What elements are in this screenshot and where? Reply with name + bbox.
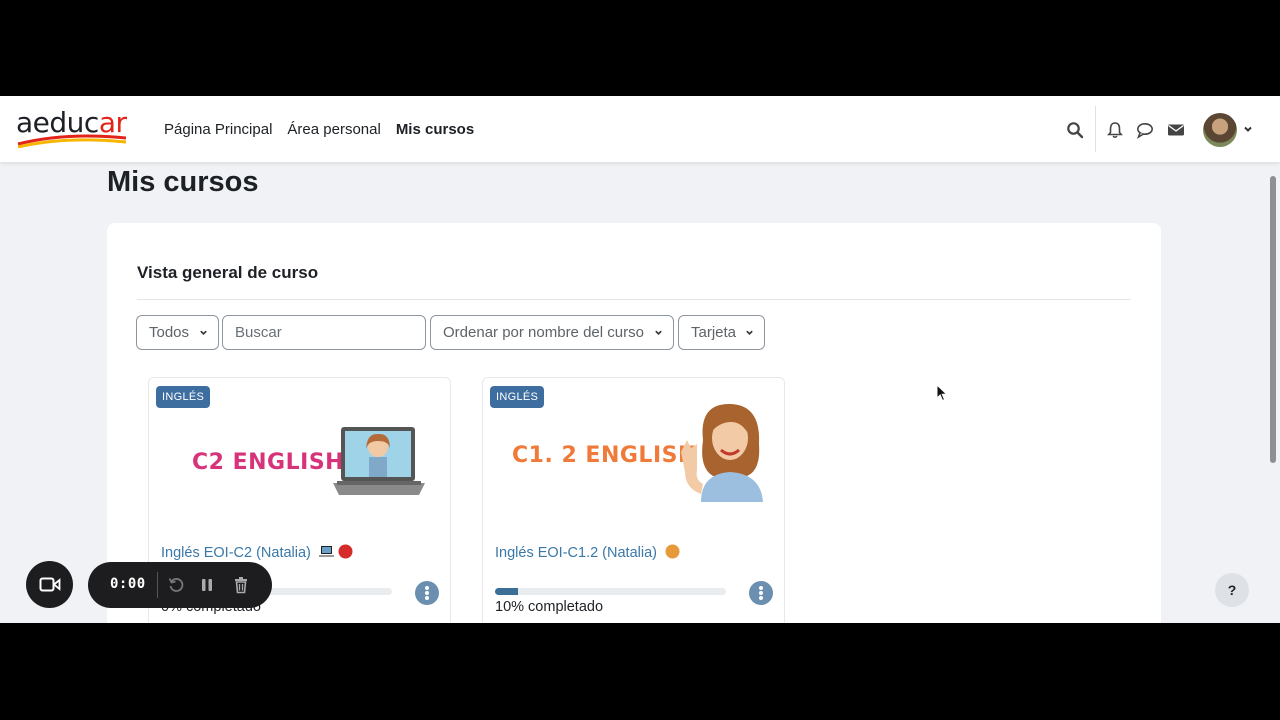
nav-link-home[interactable]: Página Principal <box>164 121 272 138</box>
view-mode-dropdown[interactable]: Tarjeta <box>678 315 765 350</box>
logo-swoosh-icon <box>17 134 127 148</box>
recording-controls: 0:00 <box>88 562 272 608</box>
grouping-filter-label: Todos <box>149 324 190 341</box>
page-title: Mis cursos <box>107 166 259 198</box>
course-actions-menu-button[interactable] <box>749 581 773 605</box>
sort-dropdown[interactable]: Ordenar por nombre del curso <box>430 315 674 350</box>
top-navbar: aeducar Página Principal Área personal M… <box>0 96 1280 162</box>
course-name-link[interactable]: Inglés EOI-C2 (Natalia) <box>161 544 353 561</box>
mail-icon[interactable] <box>1167 121 1185 139</box>
user-avatar[interactable] <box>1203 113 1237 147</box>
video-camera-icon <box>39 577 61 592</box>
view-mode-label: Tarjeta <box>691 324 737 341</box>
chevron-down-icon <box>200 330 207 335</box>
chevron-down-icon <box>746 330 753 335</box>
browser-viewport: aeducar Página Principal Área personal M… <box>0 96 1280 623</box>
nav-link-dashboard[interactable]: Área personal <box>287 121 380 138</box>
pause-icon[interactable] <box>198 576 216 594</box>
page-scrollbar[interactable] <box>1270 176 1276 463</box>
course-name-link[interactable]: Inglés EOI-C1.2 (Natalia) <box>495 544 680 561</box>
course-card[interactable]: C1. 2 ENGLISH INGLÉS Inglés EOI-C1.2 (Na… <box>482 377 785 623</box>
mouse-cursor-icon <box>936 384 948 402</box>
recording-timer: 0:00 <box>110 576 146 592</box>
progress-bar-fill <box>495 588 519 595</box>
orange-circle-emoji-icon <box>665 544 680 559</box>
help-button[interactable]: ? <box>1215 573 1249 607</box>
course-image-title: C1. 2 ENGLISH <box>512 443 697 468</box>
course-overview-block: Vista general de curso Todos Ordenar por… <box>107 223 1161 623</box>
course-image[interactable]: C2 ENGLISH INGLÉS <box>149 378 450 528</box>
course-search-input[interactable] <box>222 315 426 350</box>
chat-icon[interactable] <box>1136 121 1154 139</box>
bell-icon[interactable] <box>1106 121 1124 139</box>
search-icon[interactable] <box>1066 121 1084 139</box>
progress-label: 10% completado <box>495 599 604 615</box>
trash-icon[interactable] <box>232 576 250 594</box>
nav-link-my-courses[interactable]: Mis cursos <box>396 121 474 138</box>
divider <box>137 299 1131 300</box>
course-image[interactable]: C1. 2 ENGLISH INGLÉS <box>483 378 784 528</box>
course-actions-menu-button[interactable] <box>415 581 439 605</box>
laptop-emoji-icon <box>318 546 334 557</box>
camera-toggle-button[interactable] <box>26 561 73 608</box>
aeducar-logo[interactable]: aeducar <box>16 106 128 152</box>
recorder-divider <box>157 572 158 598</box>
red-circle-emoji-icon <box>338 544 353 559</box>
grouping-filter-dropdown[interactable]: Todos <box>136 315 219 350</box>
progress-bar <box>495 588 726 595</box>
primary-navigation: Página Principal Área personal Mis curso… <box>164 96 489 162</box>
course-overview-title: Vista general de curso <box>137 263 319 282</box>
chevron-down-icon <box>655 330 662 335</box>
course-category-badge: INGLÉS <box>490 386 545 408</box>
chevron-down-icon[interactable] <box>1243 124 1253 134</box>
course-name-text: Inglés EOI-C1.2 (Natalia) <box>495 545 657 561</box>
sort-dropdown-label: Ordenar por nombre del curso <box>443 324 644 341</box>
waving-avatar-illustration-icon <box>681 404 763 502</box>
laptop-avatar-illustration-icon <box>333 427 425 495</box>
course-category-badge: INGLÉS <box>156 386 211 408</box>
navbar-divider <box>1095 106 1096 152</box>
course-name-text: Inglés EOI-C2 (Natalia) <box>161 545 311 561</box>
course-image-title: C2 ENGLISH <box>192 450 345 475</box>
restart-icon[interactable] <box>167 576 185 594</box>
